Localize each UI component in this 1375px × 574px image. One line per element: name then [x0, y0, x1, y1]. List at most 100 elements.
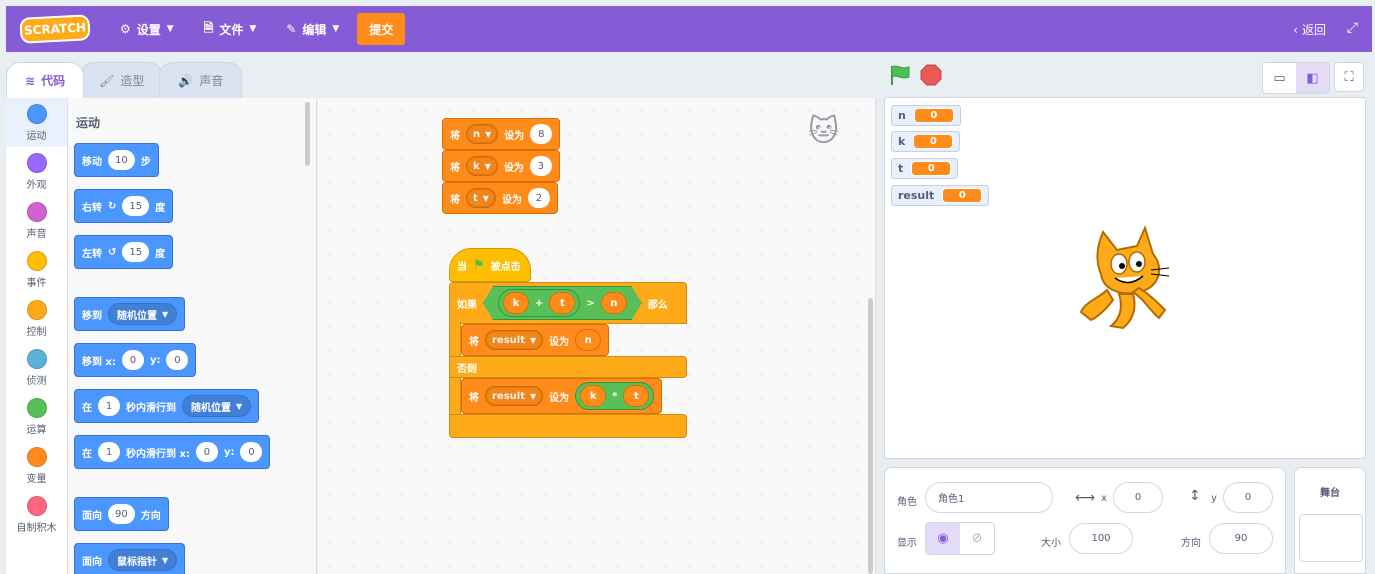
glide-xy-block[interactable]: 在 1 秒内滑行到 x: 0 y: 0	[74, 435, 271, 469]
set-variable-block[interactable]: 将 k ▼ 设为 3	[442, 150, 560, 182]
scratch-logo[interactable]: SCRATCH	[19, 14, 91, 44]
if-else-block[interactable]: 如果 k + t > n 那么	[449, 282, 687, 324]
caret-down-icon: ▼	[162, 309, 169, 319]
value-input[interactable]: 2	[527, 188, 550, 208]
variable-reporter[interactable]: k	[503, 292, 529, 314]
stage-selector-pane[interactable]: 舞台	[1294, 467, 1366, 574]
size-input[interactable]: 100	[1069, 523, 1133, 554]
move-steps-block[interactable]: 移动 10 步	[74, 143, 159, 177]
set-variable-block[interactable]: 将 t ▼ 设为 2	[442, 182, 558, 214]
variable-dropdown[interactable]: result ▼	[485, 330, 544, 350]
goto-target-dropdown[interactable]: 随机位置 ▼	[108, 303, 178, 325]
variable-reporter[interactable]: n	[575, 329, 602, 351]
x-input[interactable]: 0	[195, 442, 218, 462]
turn-right-block[interactable]: 右转 ↻ 15 度	[74, 189, 174, 223]
when-flag-clicked-block[interactable]: 当 ⚑ 被点击	[449, 248, 531, 282]
caret-down-icon: ▼	[485, 129, 492, 139]
settings-menu[interactable]: ⚙ 设置 ▼	[120, 6, 174, 52]
set-variable-block[interactable]: 将 n ▼ 设为 8	[442, 118, 561, 150]
script-workspace[interactable]: 🐱 将 n ▼ 设为 8 将 k ▼ 设为 3 将 t ▼ 设为 2 当 ⚑ 被点击 …	[318, 98, 876, 574]
expand-icon[interactable]: ⤢	[1347, 20, 1358, 36]
add-operator[interactable]: k + t	[498, 289, 580, 317]
variable-dropdown[interactable]: t ▼	[466, 188, 496, 208]
set-variable-block[interactable]: 将 result ▼ 设为 k * t	[461, 378, 663, 414]
variable-reporter[interactable]: n	[601, 292, 627, 314]
direction-input[interactable]: 90	[1209, 523, 1273, 554]
variable-dropdown[interactable]: n ▼	[466, 124, 499, 144]
value-input[interactable]: 8	[530, 124, 553, 144]
variable-reporter[interactable]: t	[623, 385, 650, 407]
x-input[interactable]: 0	[1113, 482, 1163, 513]
variable-monitor[interactable]: n 0	[891, 105, 961, 126]
category-label: 变量	[26, 473, 47, 485]
dropdown-value: 随机位置	[117, 310, 157, 322]
category-operators[interactable]: 运算	[6, 392, 67, 441]
multiply-operator[interactable]: k * t	[575, 382, 655, 410]
edit-menu[interactable]: ✎ 编辑 ▼	[286, 6, 339, 52]
goto-block[interactable]: 移到 随机位置 ▼	[74, 297, 186, 331]
sprite-name-input[interactable]: 角色1	[925, 482, 1053, 513]
small-stage-icon[interactable]: ▭	[1263, 63, 1296, 93]
variable-dropdown[interactable]: k ▼	[466, 156, 498, 176]
stage-thumbnail[interactable]	[1299, 514, 1363, 562]
goto-xy-block[interactable]: 移到 x: 0 y: 0	[74, 343, 197, 377]
greater-than-operator[interactable]: k + t > n	[483, 286, 642, 320]
tab-costumes[interactable]: 🖌 造型	[80, 62, 164, 98]
point-towards-block[interactable]: 面向 鼠标指针 ▼	[74, 543, 186, 574]
degrees-input[interactable]: 15	[122, 242, 150, 262]
cat-sprite[interactable]	[1073, 224, 1173, 330]
point-target-dropdown[interactable]: 鼠标指针 ▼	[108, 549, 178, 571]
eye-slash-icon[interactable]: ⊘	[960, 523, 994, 554]
stop-icon[interactable]	[920, 64, 942, 86]
category-label: 声音	[26, 228, 47, 240]
variable-monitor[interactable]: result 0	[891, 185, 990, 206]
variable-reporter[interactable]: t	[549, 292, 575, 314]
fullscreen-icon[interactable]: ⛶	[1334, 62, 1364, 92]
file-menu[interactable]: 🗎 文件 ▼	[204, 6, 257, 52]
y-input[interactable]: 0	[240, 442, 263, 462]
motion-color-icon	[26, 103, 47, 124]
seconds-input[interactable]: 1	[98, 396, 120, 416]
glide-block[interactable]: 在 1 秒内滑行到 随机位置 ▼	[74, 389, 260, 423]
category-sensing[interactable]: 侦测	[6, 343, 67, 392]
category-motion[interactable]: 运动	[6, 98, 67, 147]
set-variable-block[interactable]: 将 result ▼ 设为 n	[461, 324, 610, 356]
variable-reporter[interactable]: k	[580, 385, 607, 407]
operator-symbol: >	[586, 297, 595, 309]
x-input[interactable]: 0	[121, 350, 144, 370]
back-label: 返回	[1301, 23, 1326, 37]
turn-left-block[interactable]: 左转 ↺ 15 度	[74, 235, 174, 269]
category-control[interactable]: 控制	[6, 294, 67, 343]
glide-target-dropdown[interactable]: 随机位置 ▼	[182, 395, 252, 417]
dropdown-value: 鼠标指针	[117, 556, 157, 568]
y-input[interactable]: 0	[1223, 482, 1273, 513]
category-looks[interactable]: 外观	[6, 147, 67, 196]
chevron-left-icon: ‹	[1293, 22, 1298, 37]
category-sound[interactable]: 声音	[6, 196, 67, 245]
category-events[interactable]: 事件	[6, 245, 67, 294]
point-direction-block[interactable]: 面向 90 方向	[74, 497, 169, 531]
degrees-input[interactable]: 15	[122, 196, 150, 216]
workspace-scrollbar[interactable]	[868, 298, 873, 574]
tab-code[interactable]: ≋ 代码	[6, 62, 85, 98]
y-input[interactable]: 0	[166, 350, 189, 370]
normal-stage-icon[interactable]: ◧	[1296, 63, 1329, 93]
back-button[interactable]: ‹ 返回	[1293, 21, 1326, 38]
tab-code-label: 代码	[41, 74, 66, 88]
monitor-label: t	[898, 162, 904, 175]
category-variables[interactable]: 变量	[6, 441, 67, 490]
stage[interactable]: n 0 k 0 t 0 result 0	[884, 97, 1366, 459]
direction-input[interactable]: 90	[108, 504, 135, 524]
steps-input[interactable]: 10	[108, 150, 135, 170]
green-flag-icon[interactable]	[888, 64, 912, 86]
seconds-input[interactable]: 1	[98, 442, 120, 462]
tab-sounds[interactable]: 🔊 声音	[159, 62, 243, 98]
variable-dropdown[interactable]: result ▼	[485, 386, 544, 406]
variable-monitor[interactable]: t 0	[891, 158, 959, 179]
variable-monitor[interactable]: k 0	[891, 131, 961, 152]
eye-icon[interactable]: ◉	[926, 523, 960, 554]
category-my-blocks[interactable]: 自制积木	[6, 490, 67, 539]
palette-scrollbar[interactable]	[305, 102, 310, 166]
value-input[interactable]: 3	[529, 156, 552, 176]
submit-button[interactable]: 提交	[357, 13, 406, 45]
